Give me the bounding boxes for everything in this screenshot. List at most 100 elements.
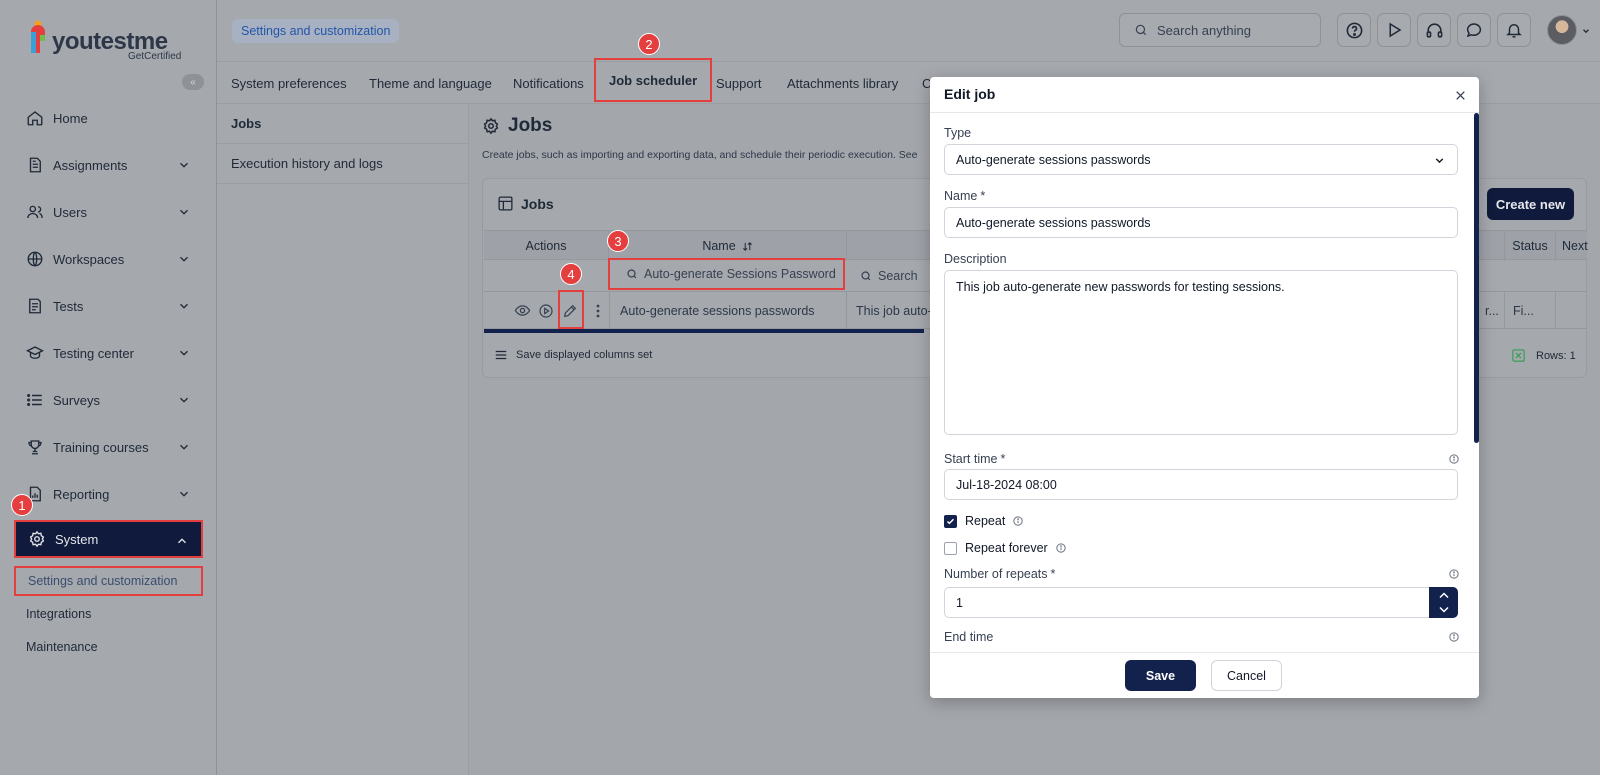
sidebar-item-testing-center[interactable]: Testing center [14, 334, 203, 372]
type-select[interactable]: Auto-generate sessions passwords [944, 144, 1458, 175]
dialog-footer [930, 652, 1479, 698]
dialog-title: Edit job [944, 86, 996, 102]
sidebar-item-home[interactable]: Home [14, 99, 203, 137]
tab-attachments-library[interactable]: Attachments library [787, 62, 898, 104]
chevron-down-icon [180, 444, 188, 450]
checkbox-unchecked[interactable] [944, 541, 957, 555]
create-new-button[interactable]: Create new [1487, 188, 1574, 220]
type-label: Type [944, 126, 972, 140]
name-label: Name * [944, 189, 985, 203]
save-button[interactable]: Save [1125, 660, 1196, 691]
column-header-next[interactable]: Next [1556, 231, 1588, 261]
chevron-down-icon[interactable] [1581, 26, 1591, 36]
start-time-label: Start time * [944, 452, 1005, 466]
info-icon[interactable] [1056, 543, 1066, 553]
repeat-forever-checkbox[interactable]: Repeat forever [944, 541, 1066, 555]
checkbox-checked[interactable] [944, 514, 957, 528]
notifications-button[interactable] [1497, 13, 1531, 47]
sidebar-item-users[interactable]: Users [14, 193, 203, 231]
sidebar-item-tests[interactable]: Tests [14, 287, 203, 325]
repeats-input[interactable]: 1 [944, 587, 1458, 618]
cancel-button[interactable]: Cancel [1211, 660, 1282, 691]
chevron-down-icon [1435, 158, 1444, 164]
dialog-header [930, 77, 1479, 113]
play-tutorial-button[interactable] [1377, 13, 1411, 47]
required-marker: * [1000, 452, 1006, 466]
card-title-text: Jobs [521, 195, 554, 212]
tab-job-scheduler[interactable]: Job scheduler [594, 58, 713, 102]
trophy-icon [28, 440, 42, 455]
users-icon [27, 205, 43, 219]
tab-system-preferences[interactable]: System preferences [231, 62, 347, 104]
sidebar-item-label: System [55, 531, 99, 547]
chevron-down-icon[interactable] [1438, 605, 1450, 615]
step-badge-4: 4 [560, 263, 582, 285]
column-header-status[interactable]: Status [1504, 231, 1556, 261]
chat-button[interactable] [1457, 13, 1491, 47]
gear-icon [483, 117, 499, 135]
page-title-text: Jobs [508, 115, 553, 136]
run-button[interactable] [538, 292, 554, 329]
start-time-label-text: Start time [944, 452, 998, 466]
page-title: Jobs [482, 115, 552, 137]
sort-icon[interactable] [742, 241, 753, 252]
sidebar-item-workspaces[interactable]: Workspaces [14, 240, 203, 278]
cell-job-status: Fi... [1504, 292, 1556, 329]
subnav-item-execution-history[interactable]: Execution history and logs [217, 144, 469, 184]
sidebar-item-system[interactable]: System [14, 520, 203, 558]
close-icon[interactable] [1454, 89, 1467, 102]
chevron-down-icon [180, 209, 188, 215]
breadcrumb[interactable]: Settings and customization [232, 19, 400, 43]
sidebar-subitem-label: Maintenance [26, 640, 98, 654]
sidebar-item-training-courses[interactable]: Training courses [14, 428, 203, 466]
chevron-down-icon [180, 397, 188, 403]
save-columns-button[interactable]: Save displayed columns set [494, 348, 652, 362]
repeat-checkbox[interactable]: Repeat [944, 514, 1023, 528]
check-icon [946, 518, 955, 524]
table-horizontal-scrollbar[interactable] [484, 329, 924, 333]
subnav-item-jobs[interactable]: Jobs [217, 104, 469, 144]
excel-export-icon[interactable] [1511, 348, 1526, 363]
collapse-sidebar-button[interactable]: « [182, 74, 204, 90]
rows-count-label: Rows: 1 [1536, 349, 1576, 362]
support-button[interactable] [1417, 13, 1451, 47]
description-filter-input[interactable]: Search [860, 261, 918, 291]
name-filter-input[interactable]: Auto-generate Sessions Password [608, 258, 845, 290]
top-header: Settings and customization Search anythi… [217, 0, 1600, 62]
card-title: Jobs [497, 195, 554, 212]
tab-notifications[interactable]: Notifications [513, 62, 584, 104]
repeats-label: Number of repeats * [944, 567, 1055, 581]
start-time-input[interactable]: Jul-18-2024 08:00 [944, 469, 1458, 500]
chevron-up-icon[interactable] [1438, 590, 1450, 600]
sidebar-item-surveys[interactable]: Surveys [14, 381, 203, 419]
avatar[interactable] [1547, 15, 1577, 45]
more-actions-button[interactable] [596, 292, 600, 329]
repeats-stepper[interactable] [1429, 587, 1458, 618]
logo-subtitle: GetCertified [128, 51, 182, 62]
info-icon[interactable] [1449, 569, 1459, 579]
name-filter-value: Auto-generate Sessions Password [644, 267, 836, 281]
cell-job-description: This job auto- [856, 303, 932, 318]
sidebar-subitem-maintenance[interactable]: Maintenance [14, 632, 203, 662]
document-icon [29, 157, 41, 173]
info-icon[interactable] [1449, 454, 1459, 464]
column-header-name[interactable]: Name [609, 231, 847, 261]
sidebar-item-assignments[interactable]: Assignments [14, 146, 203, 184]
start-time-value: Jul-18-2024 08:00 [956, 477, 1057, 492]
dialog-scrollbar[interactable] [1474, 113, 1479, 443]
chevron-up-icon [178, 538, 186, 544]
help-button[interactable] [1337, 13, 1371, 47]
global-search-input[interactable]: Search anything [1119, 13, 1321, 47]
name-input[interactable]: Auto-generate sessions passwords [944, 207, 1458, 238]
chevron-down-icon [180, 162, 188, 168]
description-textarea[interactable]: This job auto-generate new passwords for… [944, 270, 1458, 435]
info-icon[interactable] [1449, 632, 1459, 642]
view-button[interactable] [514, 292, 531, 329]
tab-theme-and-language[interactable]: Theme and language [369, 62, 492, 104]
sidebar-subitem-integrations[interactable]: Integrations [14, 599, 203, 629]
sidebar-subitem-settings[interactable]: Settings and customization [14, 566, 203, 596]
tab-support[interactable]: Support [716, 62, 762, 104]
repeats-label-text: Number of repeats [944, 567, 1048, 581]
info-icon[interactable] [1013, 516, 1023, 526]
sidebar-item-reporting[interactable]: Reporting [14, 475, 203, 513]
